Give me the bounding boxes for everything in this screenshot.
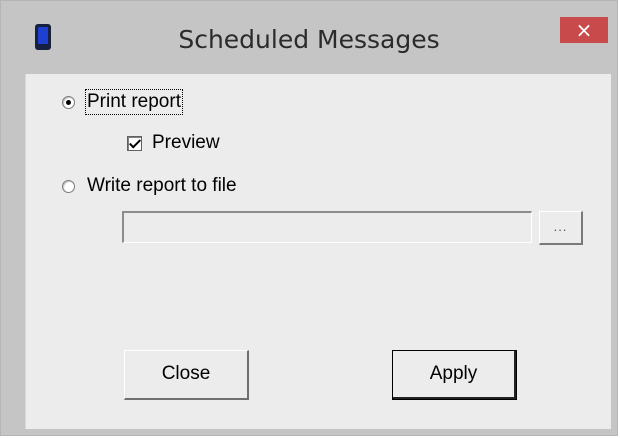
apply-button[interactable]: Apply: [392, 350, 517, 400]
print-report-option[interactable]: Print report: [62, 89, 183, 115]
window-title: Scheduled Messages: [178, 25, 440, 54]
dialog-body: Print report Preview Write report to fil…: [25, 74, 611, 429]
close-window-button[interactable]: ×: [560, 17, 608, 43]
file-path-input[interactable]: [122, 211, 532, 243]
close-button[interactable]: Close: [124, 350, 249, 400]
browse-button[interactable]: ...: [539, 211, 583, 245]
title-bar[interactable]: Scheduled Messages ×: [1, 1, 617, 74]
preview-label: Preview: [152, 132, 220, 153]
write-to-file-option[interactable]: Write report to file: [62, 175, 237, 197]
print-report-label: Print report: [85, 89, 183, 115]
write-to-file-label: Write report to file: [87, 175, 237, 196]
write-to-file-radio[interactable]: [62, 179, 75, 193]
dialog-window: Scheduled Messages × Print report Previe…: [0, 0, 618, 436]
print-report-radio[interactable]: [62, 95, 75, 109]
preview-checkbox[interactable]: [127, 135, 142, 151]
preview-option[interactable]: Preview: [127, 132, 220, 154]
